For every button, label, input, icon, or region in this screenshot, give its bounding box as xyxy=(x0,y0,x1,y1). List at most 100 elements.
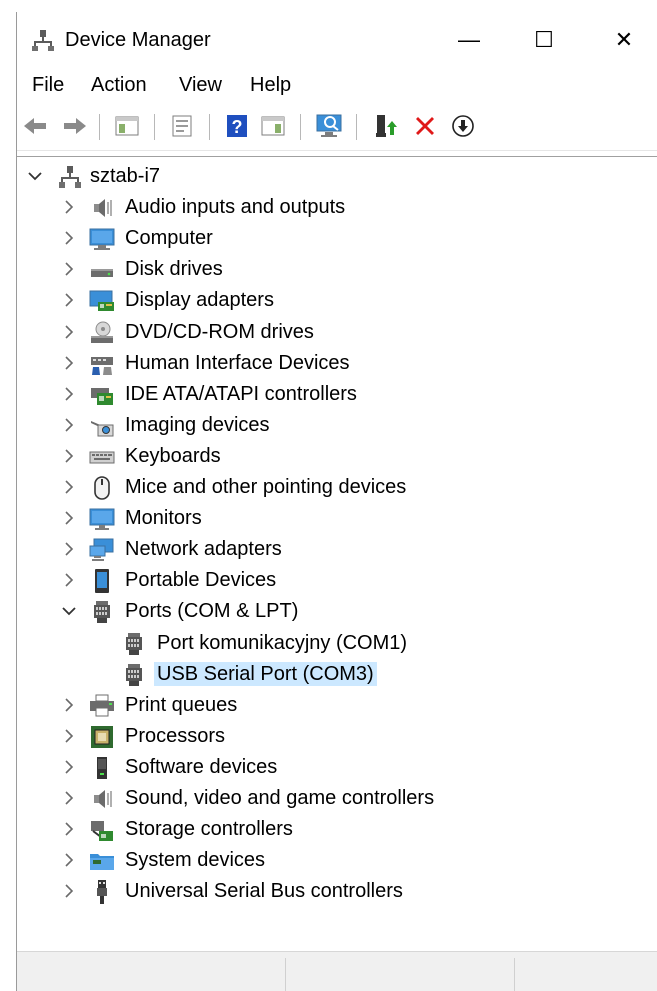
title-bar[interactable]: Device Manager — ☐ ✕ xyxy=(17,12,657,68)
chevron-right-icon[interactable] xyxy=(59,757,79,777)
tree-category[interactable]: Keyboards xyxy=(17,441,657,472)
chevron-right-icon[interactable] xyxy=(59,570,79,590)
minimize-button[interactable]: — xyxy=(446,12,492,68)
usb-plug-icon xyxy=(89,879,115,905)
tree-category[interactable]: DVD/CD-ROM drives xyxy=(17,317,657,348)
tree-item-label: Port komunikacyjny (COM1) xyxy=(157,631,408,654)
toolbar-separator xyxy=(356,114,357,140)
tree-category[interactable]: Display adapters xyxy=(17,285,657,316)
tree-item-label: Print queues xyxy=(125,693,238,716)
close-button[interactable]: ✕ xyxy=(601,12,647,68)
show-hide-console-tree-icon[interactable] xyxy=(113,112,141,140)
chevron-down-icon[interactable] xyxy=(25,166,45,186)
tree-category[interactable]: Monitors xyxy=(17,503,657,534)
chevron-right-icon[interactable] xyxy=(59,259,79,279)
tree-item-label: Disk drives xyxy=(125,258,223,281)
tree-category[interactable]: Software devices xyxy=(17,752,657,783)
status-bar-divider xyxy=(514,958,515,991)
tree-item-label: Imaging devices xyxy=(125,413,270,436)
chevron-right-icon[interactable] xyxy=(59,695,79,715)
chevron-right-icon[interactable] xyxy=(59,788,79,808)
tree-category[interactable]: Portable Devices xyxy=(17,565,657,596)
software-device-icon xyxy=(89,755,115,781)
port-connector-icon xyxy=(121,662,147,688)
toolbar-separator xyxy=(99,114,100,140)
menu-view[interactable]: View xyxy=(179,72,222,98)
chevron-right-icon[interactable] xyxy=(59,850,79,870)
display-adapter-icon xyxy=(89,288,115,314)
chevron-right-icon[interactable] xyxy=(59,353,79,373)
disable-device-icon[interactable] xyxy=(449,112,477,140)
tree-category[interactable]: System devices xyxy=(17,845,657,876)
portable-device-icon xyxy=(89,568,115,594)
tree-category[interactable]: Disk drives xyxy=(17,254,657,285)
tree-item-label: Mice and other pointing devices xyxy=(125,476,407,498)
processor-icon xyxy=(89,724,115,750)
chevron-right-icon[interactable] xyxy=(59,322,79,342)
properties-icon[interactable] xyxy=(168,112,196,140)
chevron-right-icon[interactable] xyxy=(59,384,79,404)
chevron-right-icon[interactable] xyxy=(59,415,79,435)
window-title: Device Manager xyxy=(65,29,211,51)
menu-bar: File Action View Help xyxy=(17,68,657,104)
show-action-pane-icon[interactable] xyxy=(259,112,287,140)
chevron-right-icon[interactable] xyxy=(59,881,79,901)
tree-category[interactable]: Processors xyxy=(17,721,657,752)
scan-hardware-changes-icon[interactable] xyxy=(315,112,343,140)
monitor-icon xyxy=(89,506,115,532)
chevron-down-icon[interactable] xyxy=(59,601,79,621)
chevron-right-icon[interactable] xyxy=(59,197,79,217)
chevron-right-icon[interactable] xyxy=(59,508,79,528)
tree-category[interactable]: Imaging devices xyxy=(17,410,657,441)
tree-item-label: Display adapters xyxy=(125,289,274,312)
tree-category[interactable]: Audio inputs and outputs xyxy=(17,192,657,223)
forward-arrow-icon[interactable] xyxy=(61,112,89,140)
tree-device[interactable]: Port komunikacyjny (COM1) xyxy=(17,628,657,659)
chevron-right-icon[interactable] xyxy=(59,228,79,248)
tree-item-label: Monitors xyxy=(125,507,202,530)
tree-item-label: Processors xyxy=(125,724,226,747)
printer-icon xyxy=(89,693,115,719)
maximize-button[interactable]: ☐ xyxy=(521,12,567,68)
chevron-right-icon[interactable] xyxy=(59,726,79,746)
tree-item-label: Portable Devices xyxy=(125,569,277,592)
chevron-right-icon[interactable] xyxy=(59,819,79,839)
tree-category[interactable]: Storage controllers xyxy=(17,814,657,845)
tree-category[interactable]: Universal Serial Bus controllers xyxy=(17,876,657,907)
tree-category[interactable]: Ports (COM & LPT) xyxy=(17,596,657,627)
toolbar-separator xyxy=(209,114,210,140)
chevron-right-icon[interactable] xyxy=(59,539,79,559)
tree-item-label: Audio inputs and outputs xyxy=(125,196,346,219)
tree-device[interactable]: USB Serial Port (COM3) xyxy=(17,659,657,690)
status-bar-divider xyxy=(285,958,286,991)
menu-action[interactable]: Action xyxy=(91,72,147,98)
uninstall-device-icon[interactable] xyxy=(411,112,439,140)
tree-category[interactable]: Network adapters xyxy=(17,534,657,565)
tree-item-label: USB Serial Port (COM3) xyxy=(154,661,377,686)
back-arrow-icon[interactable] xyxy=(21,112,49,140)
port-connector-icon xyxy=(121,631,147,657)
toolbar: ? xyxy=(17,104,657,151)
svg-text:?: ? xyxy=(232,117,243,137)
chevron-right-icon[interactable] xyxy=(59,477,79,497)
device-manager-app-icon xyxy=(31,28,55,52)
camera-icon xyxy=(89,413,115,439)
chevron-right-icon[interactable] xyxy=(59,290,79,310)
menu-file[interactable]: File xyxy=(32,72,64,98)
device-tree[interactable]: sztab-i7 Audio inputs and outputs Computer… xyxy=(17,156,657,952)
tree-category[interactable]: Print queues xyxy=(17,690,657,721)
tree-category[interactable]: Mice and other pointing devices xyxy=(17,472,657,503)
port-connector-icon xyxy=(89,599,115,625)
update-driver-icon[interactable] xyxy=(371,112,399,140)
tree-category[interactable]: Human Interface Devices xyxy=(17,348,657,379)
menu-help[interactable]: Help xyxy=(250,72,291,98)
chevron-right-icon[interactable] xyxy=(59,446,79,466)
tree-category[interactable]: Computer xyxy=(17,223,657,254)
tree-category[interactable]: IDE ATA/ATAPI controllers xyxy=(17,379,657,410)
mouse-icon xyxy=(89,475,115,501)
tree-category[interactable]: Sound, video and game controllers xyxy=(17,783,657,814)
computer-node-icon xyxy=(57,164,83,190)
help-icon[interactable]: ? xyxy=(223,112,251,140)
keyboard-icon xyxy=(89,444,115,470)
tree-root-node[interactable]: sztab-i7 xyxy=(17,161,657,192)
